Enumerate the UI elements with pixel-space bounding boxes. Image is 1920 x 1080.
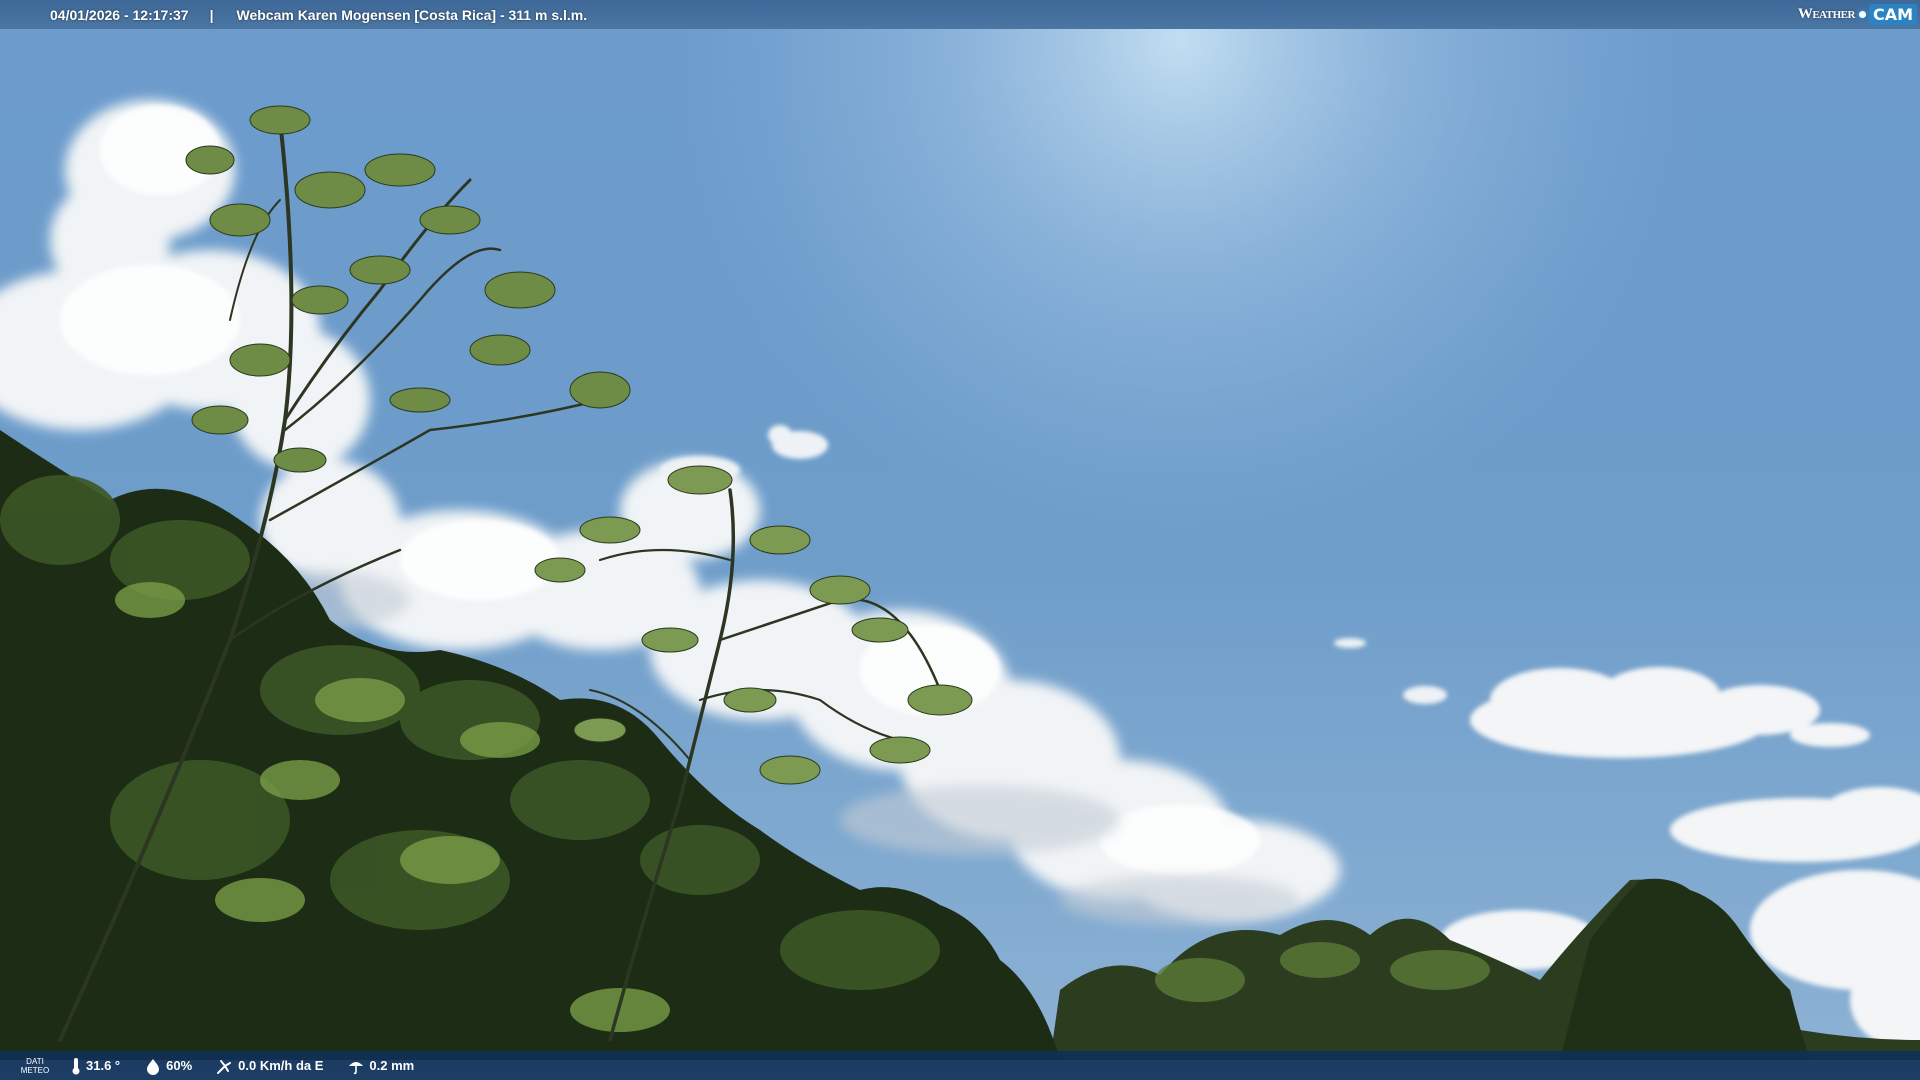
webcam-title: Webcam Karen Mogensen [Costa Rica] - 311… xyxy=(236,6,588,23)
logo-dot-icon xyxy=(1856,8,1868,20)
logo-cam-text: CAM xyxy=(1868,3,1917,25)
wind-value: 0.0 Km/h da E xyxy=(238,1058,324,1073)
rain-value: 0.2 mm xyxy=(369,1058,415,1073)
datetime-label: 04/01/2026 - 12:17:37 xyxy=(50,6,189,23)
weather-data-label-line1: DATI xyxy=(26,1056,44,1066)
rain-icon xyxy=(349,1061,364,1074)
rain-item: 0.2 mm xyxy=(347,1057,414,1075)
humidity-value: 60% xyxy=(166,1058,193,1073)
humidity-item: 60% xyxy=(144,1057,192,1075)
humidity-drop-icon xyxy=(147,1058,160,1075)
temperature-item: 31.6 ° xyxy=(70,1057,120,1075)
webcam-scene xyxy=(0,0,1920,1080)
weather-data-bar: DATI METEO 31.6 ° 60% 0.0 Km/h da E 0.2 … xyxy=(0,1051,1920,1080)
header-bar: 04/01/2026 - 12:17:37 | Webcam Karen Mog… xyxy=(0,0,1920,29)
wind-icon xyxy=(217,1059,232,1074)
header-separator: | xyxy=(209,6,214,23)
logo-weather-text: Weather xyxy=(1797,5,1856,22)
weather-data-label: DATI METEO xyxy=(0,1057,70,1075)
temperature-value: 31.6 ° xyxy=(86,1058,121,1073)
wind-item: 0.0 Km/h da E xyxy=(216,1057,323,1075)
weather-data-label-line2: METEO xyxy=(20,1065,50,1075)
weathercam-logo[interactable]: Weather CAM xyxy=(1798,3,1917,25)
thermometer-icon xyxy=(72,1057,80,1074)
